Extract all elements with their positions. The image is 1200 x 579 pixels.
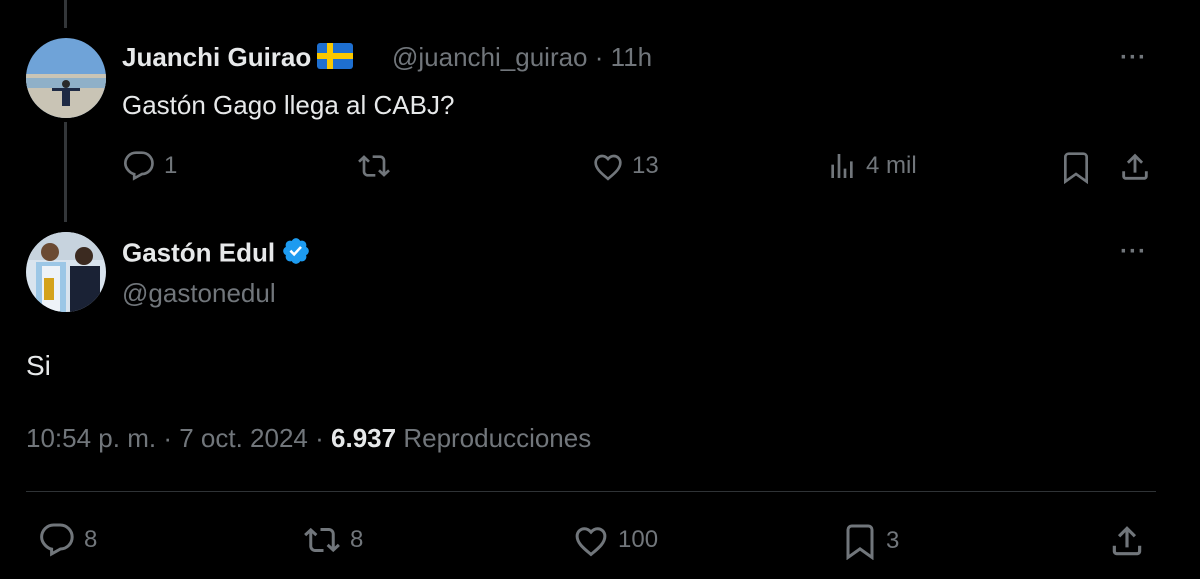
avatar-gastonedul[interactable]: [26, 232, 106, 312]
main-author-name[interactable]: Gastón Edul: [122, 236, 311, 273]
more-icon: ···: [1120, 44, 1147, 71]
reply-repost-button[interactable]: [356, 150, 400, 182]
sweden-flag-icon: [317, 42, 354, 76]
reply-views-count: 4 mil: [866, 152, 917, 179]
heart-icon: [592, 150, 624, 182]
bookmark-icon: [842, 522, 878, 560]
main-views-label: Reproducciones: [403, 423, 592, 453]
share-icon: [1118, 150, 1152, 184]
reply-like-button[interactable]: 13: [592, 150, 659, 182]
reply-handle-line: @juanchi_guirao · 11h: [392, 42, 652, 73]
main-views-count: 6.937: [331, 423, 397, 453]
reply-bookmark-button[interactable]: [1060, 150, 1092, 184]
repost-icon: [356, 150, 392, 182]
reply-separator: ·: [594, 42, 604, 72]
main-date[interactable]: 7 oct. 2024: [179, 423, 308, 453]
reply-reply-count: 1: [164, 152, 178, 179]
heart-icon: [572, 522, 610, 558]
avatar-juanchi[interactable]: [26, 38, 106, 118]
reply-icon: [122, 150, 156, 182]
main-repost-count: 8: [350, 526, 364, 553]
main-handle[interactable]: @gastonedul: [122, 278, 276, 309]
main-time[interactable]: 10:54 p. m.: [26, 423, 156, 453]
main-text: Si: [26, 350, 51, 381]
reply-icon: [38, 522, 76, 558]
main-bookmark-count: 3: [886, 527, 900, 554]
main-like-button[interactable]: 100: [572, 522, 658, 558]
main-share-button[interactable]: [1108, 522, 1146, 560]
reply-text: Gastón Gago llega al CABJ?: [122, 90, 455, 120]
share-icon: [1108, 522, 1146, 560]
views-icon: [826, 150, 858, 182]
reply-author-name[interactable]: Juanchi Guirao: [122, 42, 359, 76]
main-more-button[interactable]: ···: [1120, 238, 1147, 266]
repost-icon: [302, 522, 342, 558]
reply-like-count: 13: [632, 152, 659, 179]
main-meta: 10:54 p. m. · 7 oct. 2024 · 6.937 Reprod…: [26, 423, 591, 454]
more-icon: ···: [1120, 238, 1147, 265]
reply-time[interactable]: 11h: [611, 42, 652, 72]
bookmark-icon: [1060, 150, 1092, 184]
main-reply-count: 8: [84, 526, 98, 553]
main-bookmark-button[interactable]: 3: [842, 522, 899, 560]
reply-author-name-text[interactable]: Juanchi Guirao: [122, 42, 311, 72]
main-reply-button[interactable]: 8: [38, 522, 97, 558]
main-author-name-text[interactable]: Gastón Edul: [122, 237, 275, 267]
reply-views-button[interactable]: 4 mil: [826, 150, 917, 182]
verified-badge-icon: [281, 236, 311, 273]
reply-handle[interactable]: @juanchi_guirao: [392, 42, 588, 72]
main-repost-button[interactable]: 8: [302, 522, 363, 558]
main-sep1: ·: [163, 423, 172, 453]
thread-line-top: [64, 0, 67, 28]
main-like-count: 100: [618, 526, 659, 553]
reply-reply-button[interactable]: 1: [122, 150, 177, 182]
main-sep2: ·: [315, 423, 324, 453]
reply-share-button[interactable]: [1118, 150, 1152, 184]
reply-more-button[interactable]: ···: [1120, 44, 1147, 72]
divider: [26, 491, 1156, 492]
thread-line-connector: [64, 122, 67, 222]
